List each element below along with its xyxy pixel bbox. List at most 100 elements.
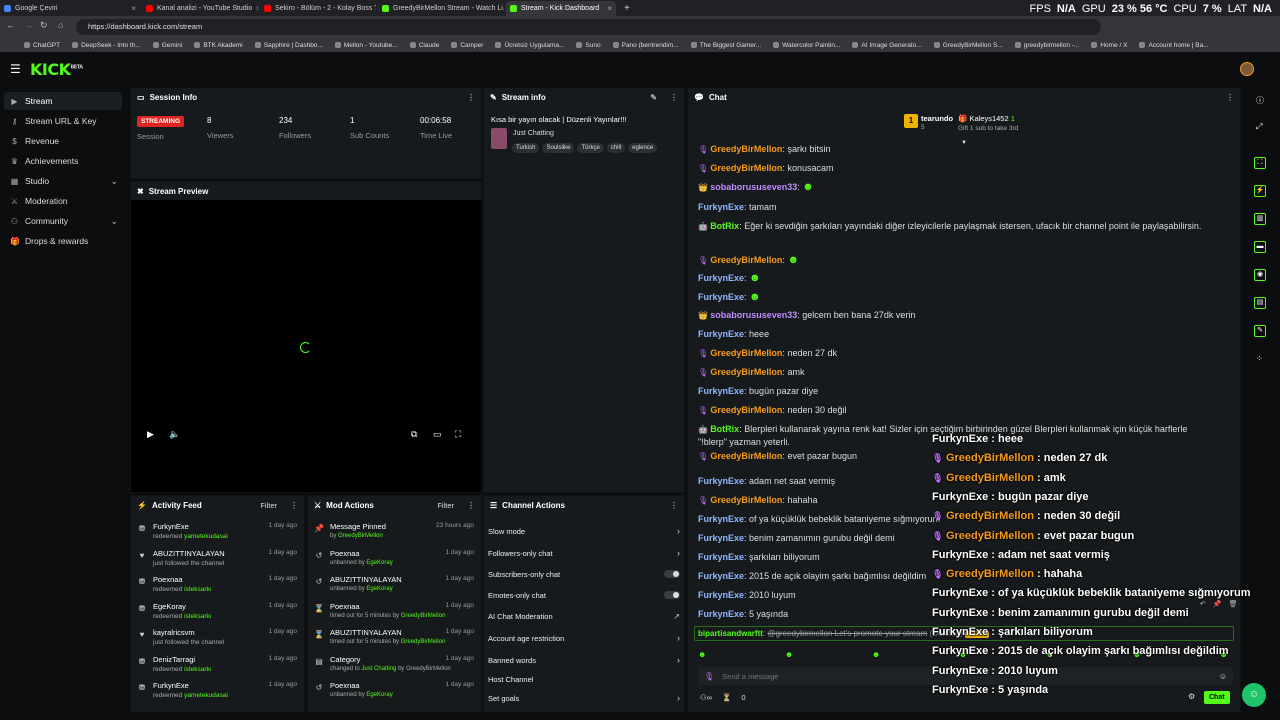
channel-action-banned-words[interactable]: Banned words ›: [488, 651, 680, 669]
bookmark-item[interactable]: DeepSeek - Into th...: [72, 41, 141, 49]
bookmark-item[interactable]: Camper: [451, 41, 483, 49]
chat-message[interactable]: FurkynExe: tamam: [698, 201, 1218, 214]
chat-username[interactable]: GreedyBirMellon: [710, 163, 782, 173]
play-icon[interactable]: ▶: [147, 429, 154, 440]
bookmark-item[interactable]: Ücretsiz Uygulama...: [495, 41, 564, 49]
rail-tool-2-icon[interactable]: ⚡: [1254, 185, 1266, 197]
url-input[interactable]: https://dashboard.kick.com/stream: [76, 19, 1101, 35]
bookmark-item[interactable]: AI Image Generato...: [852, 41, 922, 49]
chat-message[interactable]: FurkynExe: ☻: [698, 291, 1218, 304]
more-icon[interactable]: ⋮: [467, 93, 475, 102]
chat-username[interactable]: FurkynExe: [698, 533, 744, 543]
bookmark-item[interactable]: greedybirmellon -...: [1014, 41, 1079, 49]
more-icon[interactable]: ⋮: [467, 501, 475, 510]
stream-tag[interactable]: Türkçe: [577, 143, 604, 153]
activity-item[interactable]: ⛃ FurkynExe redeemed yametekudasai 1 day ag…: [137, 522, 297, 548]
rail-tool-3-icon[interactable]: ▥: [1254, 213, 1266, 225]
more-icon[interactable]: ⋮: [1226, 93, 1234, 102]
chat-message[interactable]: FurkynExe: heee: [698, 328, 1218, 341]
stream-tag[interactable]: chill: [606, 143, 626, 153]
activity-filter-button[interactable]: Filter: [260, 501, 277, 510]
stream-tag[interactable]: Soulslike: [542, 143, 575, 153]
mod-action-item[interactable]: ⌛ ABUZITTINYALAYAN timed out for 5 minutes…: [314, 628, 474, 654]
activity-item[interactable]: ♥ ABUZITTINYALAYAN just followed the chann…: [137, 549, 297, 575]
chevron-right-icon[interactable]: ›: [677, 633, 680, 643]
chat-username[interactable]: GreedyBirMellon: [710, 348, 782, 358]
chat-message[interactable]: 🎙 GreedyBirMellon: neden 30 değil: [698, 404, 1218, 417]
mod-action-item[interactable]: ↺ Poexnaa unbanned by EgeKoray 1 day ago: [314, 549, 474, 575]
chat-message[interactable]: 🎙 GreedyBirMellon: amk: [698, 366, 1218, 379]
gift-target-name[interactable]: Kaleys1452: [969, 114, 1008, 123]
activity-item[interactable]: ⛃ Poexnaa redeemed isteksarkı 1 day ago: [137, 575, 297, 601]
browser-tab[interactable]: Kanal analizi - YouTube Studio×: [142, 1, 258, 16]
chevron-down-icon[interactable]: ⌄: [110, 216, 118, 227]
bookmark-item[interactable]: Pano (bentrendim...: [612, 41, 679, 49]
chevron-right-icon[interactable]: ›: [677, 693, 680, 703]
bookmark-item[interactable]: GreedyBirMellon S...: [933, 41, 1003, 49]
more-icon[interactable]: ⋮: [290, 501, 298, 510]
chat-username[interactable]: FurkynExe: [698, 476, 744, 486]
bookmark-item[interactable]: Account home | Ba...: [1139, 41, 1209, 49]
channel-action-followers-only-chat[interactable]: Followers-only chat ›: [488, 544, 680, 562]
chevron-right-icon[interactable]: ›: [677, 655, 680, 665]
chat-username[interactable]: BotRix: [710, 221, 739, 231]
info-icon[interactable]: ⓘ: [1256, 95, 1264, 106]
bookmark-item[interactable]: Gemini: [152, 41, 182, 49]
chat-message[interactable]: 👑 sobaborususeven33: gelcem ben bana 27d…: [698, 309, 1218, 322]
sidebar-item-studio[interactable]: ▦ Studio ⌄: [4, 172, 122, 190]
mod-action-item[interactable]: ↺ ABUZITTINYALAYAN unbanned by EgeKoray 1 d…: [314, 575, 474, 601]
activity-item[interactable]: ⛃ DenizTarragi redeemed isteksarkı 1 day ag…: [137, 655, 297, 681]
stream-tag[interactable]: eglence: [628, 143, 658, 153]
channel-action-account-age-restriction[interactable]: Account age restriction ›: [488, 629, 680, 647]
settings-icon[interactable]: ⚙: [1188, 692, 1195, 701]
bookmark-item[interactable]: Watercolor Paintin...: [773, 41, 840, 49]
mod-action-item[interactable]: ⌛ Poexnaa timed out for 5 minutes by Greed…: [314, 602, 474, 628]
sidebar-item-drops-rewards[interactable]: 🎁 Drops & rewards: [4, 232, 122, 250]
channel-action-emotes-only-chat[interactable]: Emotes-only chat: [488, 586, 680, 604]
sidebar-item-moderation[interactable]: ⚔ Moderation: [4, 192, 122, 210]
chat-username[interactable]: GreedyBirMellon: [710, 367, 782, 377]
chat-username[interactable]: GreedyBirMellon: [710, 144, 782, 154]
more-icon[interactable]: ⋮: [670, 93, 678, 102]
bookmark-item[interactable]: Claude: [409, 41, 439, 49]
chat-username[interactable]: FurkynExe: [698, 571, 744, 581]
fullscreen-icon[interactable]: ⛶: [455, 429, 461, 440]
bookmark-item[interactable]: Suno: [576, 41, 601, 49]
activity-item[interactable]: ♥ kayralricsvm just followed the channel 1 …: [137, 628, 297, 654]
stream-tag[interactable]: Turkish: [512, 143, 540, 153]
chat-username[interactable]: FurkynExe: [698, 202, 744, 212]
home-icon[interactable]: ⌂: [58, 20, 63, 30]
bookmark-item[interactable]: The Biggest Gamer...: [690, 41, 761, 49]
external-link-icon[interactable]: ↗: [673, 612, 680, 621]
deleted-user[interactable]: bipartisandwarftt: [698, 629, 763, 638]
emote-icon[interactable]: ☻: [698, 650, 706, 664]
pencil-icon[interactable]: ✎: [650, 93, 657, 102]
emoji-icon[interactable]: ☺: [1219, 672, 1227, 681]
chat-message[interactable]: 🎙 GreedyBirMellon: konusacam: [698, 162, 1218, 175]
delete-icon[interactable]: 🗑: [1229, 600, 1238, 608]
chat-username[interactable]: GreedyBirMellon: [710, 495, 782, 505]
menu-icon[interactable]: ☰: [10, 62, 21, 76]
chat-username[interactable]: sobaborususeven33: [710, 310, 797, 320]
new-tab-button[interactable]: +: [620, 1, 634, 16]
chat-send-button[interactable]: Chat: [1204, 691, 1230, 704]
channel-action-subscribers-only-chat[interactable]: Subscribers-only chat: [488, 565, 680, 583]
pin-icon[interactable]: 📌: [1213, 600, 1222, 608]
gifter-name[interactable]: tearundo: [921, 114, 953, 123]
rail-tool-5-icon[interactable]: ◉: [1254, 269, 1266, 281]
chat-username[interactable]: GreedyBirMellon: [710, 255, 782, 265]
emote-icon[interactable]: ☻: [872, 650, 880, 664]
chat-username[interactable]: FurkynExe: [698, 552, 744, 562]
chat-username[interactable]: BotRix: [710, 424, 739, 434]
chat-message[interactable]: 🤖 BotRix: Eğer ki sevdiğin şarkıları yay…: [698, 220, 1218, 233]
sidebar-item-community[interactable]: ⚇ Community ⌄: [4, 212, 122, 230]
kick-logo[interactable]: KICKBETA: [30, 60, 83, 79]
browser-tab[interactable]: Stream - Kick Dashboard ×: [506, 1, 616, 16]
channel-action-host-channel[interactable]: Host Channel: [488, 670, 680, 688]
chat-username[interactable]: FurkynExe: [698, 292, 744, 302]
bookmark-item[interactable]: BTK Akademi: [194, 41, 243, 49]
chat-username[interactable]: FurkynExe: [698, 329, 744, 339]
reply-icon[interactable]: ↶: [1200, 600, 1206, 608]
bookmark-item[interactable]: Home / X: [1091, 41, 1127, 49]
pip-icon[interactable]: ⧉: [411, 429, 417, 440]
